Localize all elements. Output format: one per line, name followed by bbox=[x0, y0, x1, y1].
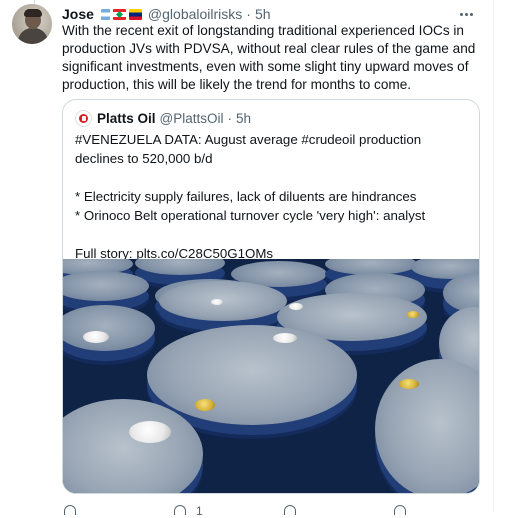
quoted-tweet-header: Platts Oil @PlattsOil · 5h bbox=[75, 109, 251, 127]
tweet-actions: 1 bbox=[62, 503, 482, 518]
tweet[interactable]: Jose @globaloilrisks · 5h With the recen… bbox=[0, 0, 494, 518]
avatar[interactable] bbox=[12, 4, 52, 44]
author-handle[interactable]: @globaloilrisks bbox=[148, 6, 242, 22]
oil-drums-photo[interactable] bbox=[63, 259, 479, 493]
retweet-count: 1 bbox=[196, 504, 203, 518]
flags bbox=[100, 8, 142, 20]
quoted-timestamp: 5h bbox=[235, 110, 252, 126]
flag-argentina-icon bbox=[100, 8, 110, 20]
quoted-avatar bbox=[75, 109, 92, 127]
author-name[interactable]: Jose bbox=[62, 6, 94, 22]
like-icon[interactable] bbox=[284, 505, 296, 515]
reply-icon[interactable] bbox=[64, 505, 76, 515]
share-icon[interactable] bbox=[394, 505, 406, 515]
quoted-bullet-1: * Electricity supply failures, lack of d… bbox=[75, 189, 417, 204]
quoted-bullet-2: * Orinoco Belt operational turnover cycl… bbox=[75, 208, 426, 223]
retweet-icon[interactable] bbox=[174, 505, 186, 515]
tweet-header: Jose @globaloilrisks · 5h bbox=[62, 5, 271, 23]
quoted-separator-dot: · bbox=[227, 110, 232, 126]
quoted-tweet[interactable]: Platts Oil @PlattsOil · 5h #VENEZUELA DA… bbox=[62, 99, 480, 494]
quoted-headline: #VENEZUELA DATA: August average #crudeoi… bbox=[75, 132, 422, 166]
flag-venezuela-icon bbox=[128, 8, 142, 20]
quoted-author-name: Platts Oil bbox=[97, 110, 156, 126]
flag-lebanon-icon bbox=[112, 8, 126, 20]
more-options-icon[interactable] bbox=[457, 5, 475, 23]
quoted-author-handle: @PlattsOil bbox=[159, 110, 224, 126]
quoted-tweet-text: #VENEZUELA DATA: August average #crudeoi… bbox=[75, 130, 471, 263]
tweet-timestamp[interactable]: 5h bbox=[255, 6, 271, 22]
tweet-text: With the recent exit of longstanding tra… bbox=[62, 23, 476, 92]
separator-dot: · bbox=[246, 6, 251, 22]
